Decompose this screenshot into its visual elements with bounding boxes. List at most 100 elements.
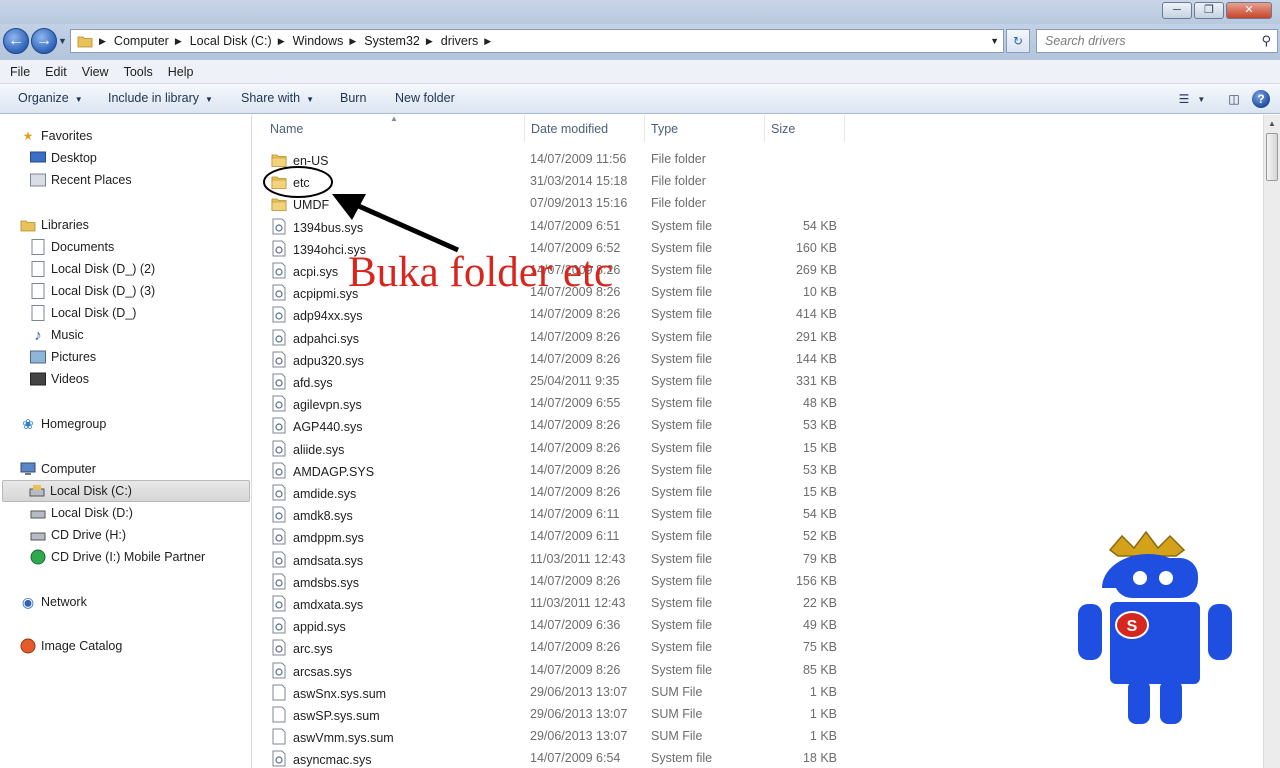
help-button[interactable]: ? (1252, 90, 1270, 108)
file-row[interactable]: AMDAGP.SYS 14/07/2009 8:26 System file 53 K… (267, 459, 867, 481)
file-name-cell[interactable]: asyncmac.sys (271, 750, 372, 768)
nav-network[interactable]: ◉ Network (20, 591, 87, 613)
file-name-cell[interactable]: 1394bus.sys (271, 218, 363, 238)
file-name-cell[interactable]: AGP440.sys (271, 417, 362, 437)
file-row[interactable]: amdxata.sys 11/03/2011 12:43 System file 22… (267, 592, 867, 614)
scroll-up-icon[interactable]: ▲ (1264, 115, 1280, 131)
nav-videos[interactable]: Videos (30, 368, 89, 390)
nav-local-disk-d-drive[interactable]: Local Disk (D:) (30, 502, 133, 524)
file-row[interactable]: aswVmm.sys.sum 29/06/2013 13:07 SUM File 1 … (267, 725, 867, 747)
chevron-right-icon[interactable]: ▶ (349, 36, 356, 47)
column-header-date-modified[interactable]: Date modified (525, 115, 645, 142)
nav-computer[interactable]: Computer (20, 458, 96, 480)
file-name-cell[interactable]: AMDAGP.SYS (271, 462, 374, 482)
refresh-button[interactable]: ↻ (1006, 29, 1030, 53)
menu-help[interactable]: Help (168, 65, 194, 79)
nav-homegroup[interactable]: ❀ Homegroup (20, 413, 106, 435)
nav-pictures[interactable]: Pictures (30, 346, 96, 368)
nav-local-disk-d2[interactable]: Local Disk (D_) (2) (30, 258, 155, 280)
chevron-right-icon[interactable]: ▶ (175, 36, 182, 47)
breadcrumb-item[interactable]: Windows (293, 34, 344, 48)
recent-pages-dropdown[interactable]: ▼ (58, 36, 67, 46)
nav-local-disk-d3[interactable]: Local Disk (D_) (3) (30, 280, 155, 302)
nav-local-disk-d[interactable]: Local Disk (D_) (30, 302, 136, 324)
nav-cd-drive-i[interactable]: CD Drive (I:) Mobile Partner (30, 546, 205, 568)
file-row[interactable]: afd.sys 25/04/2011 9:35 System file 331 KB (267, 370, 867, 392)
file-name-cell[interactable]: afd.sys (271, 373, 333, 393)
include-in-library-button[interactable]: Include in library ▼ (108, 91, 213, 105)
address-dropdown-icon[interactable]: ▼ (990, 36, 999, 46)
file-row[interactable]: adp94xx.sys 14/07/2009 8:26 System file 414… (267, 303, 867, 325)
breadcrumb-item[interactable]: drivers (441, 34, 479, 48)
minimize-button[interactable]: ─ (1162, 2, 1192, 19)
nav-documents[interactable]: Documents (30, 236, 114, 258)
menu-view[interactable]: View (82, 65, 109, 79)
file-row[interactable]: aswSP.sys.sum 29/06/2013 13:07 SUM File 1 K… (267, 703, 867, 725)
preview-pane-button[interactable]: ◫ (1224, 89, 1244, 109)
nav-libraries[interactable]: Libraries (20, 214, 89, 236)
menu-file[interactable]: File (10, 65, 30, 79)
burn-button[interactable]: Burn (340, 91, 366, 105)
file-name-cell[interactable]: adpahci.sys (271, 329, 359, 349)
file-name-cell[interactable]: aswSnx.sys.sum (271, 684, 386, 704)
file-name-cell[interactable]: amdide.sys (271, 484, 356, 504)
file-name-cell[interactable]: arc.sys (271, 639, 333, 659)
file-name-cell[interactable]: aliide.sys (271, 440, 344, 460)
file-row[interactable]: asyncmac.sys 14/07/2009 6:54 System file 18… (267, 747, 867, 768)
file-row[interactable]: AGP440.sys 14/07/2009 8:26 System file 53 K… (267, 414, 867, 436)
file-name-cell[interactable]: adpu320.sys (271, 351, 364, 371)
file-row[interactable]: aswSnx.sys.sum 29/06/2013 13:07 SUM File 1 … (267, 681, 867, 703)
file-row[interactable]: amdsbs.sys 14/07/2009 8:26 System file 156 … (267, 570, 867, 592)
chevron-right-icon[interactable]: ▶ (278, 36, 285, 47)
search-input[interactable]: Search drivers ⚲ (1036, 29, 1278, 53)
file-name-cell[interactable]: en-US (271, 151, 328, 171)
nav-favorites[interactable]: ★ Favorites (20, 125, 93, 147)
breadcrumb-item[interactable]: Computer (114, 34, 169, 48)
menu-tools[interactable]: Tools (124, 65, 153, 79)
file-row[interactable]: aliide.sys 14/07/2009 8:26 System file 15 K… (267, 437, 867, 459)
file-row[interactable]: arcsas.sys 14/07/2009 8:26 System file 85 K… (267, 659, 867, 681)
file-row[interactable]: 1394bus.sys 14/07/2009 6:51 System file 54 … (267, 215, 867, 237)
vertical-scrollbar[interactable]: ▲ (1263, 115, 1280, 768)
nav-local-disk-c[interactable]: Local Disk (C:) (2, 480, 250, 502)
file-row[interactable]: en-US 14/07/2009 11:56 File folder (267, 148, 867, 170)
file-row[interactable]: UMDF 07/09/2013 15:16 File folder (267, 192, 867, 214)
file-row[interactable]: agilevpn.sys 14/07/2009 6:55 System file 48… (267, 392, 867, 414)
breadcrumb-item[interactable]: System32 (364, 34, 420, 48)
organize-button[interactable]: Organize ▼ (18, 91, 83, 105)
forward-button[interactable]: → (31, 28, 57, 54)
back-button[interactable]: ← (3, 28, 29, 54)
column-header-name[interactable]: Name ▲ (253, 115, 525, 142)
file-row[interactable]: amdide.sys 14/07/2009 8:26 System file 15 K… (267, 481, 867, 503)
file-name-cell[interactable]: aswSP.sys.sum (271, 706, 380, 726)
file-name-cell[interactable]: amdppm.sys (271, 528, 364, 548)
file-name-cell[interactable]: aswVmm.sys.sum (271, 728, 394, 748)
change-view-button[interactable]: ☰ ▼ (1179, 89, 1206, 109)
scroll-thumb[interactable] (1266, 133, 1278, 181)
file-name-cell[interactable]: agilevpn.sys (271, 395, 362, 415)
address-bar[interactable]: ▶ Computer ▶ Local Disk (C:) ▶ Windows ▶… (70, 29, 1004, 53)
close-button[interactable]: ✕ (1226, 2, 1272, 19)
file-row[interactable]: adpahci.sys 14/07/2009 8:26 System file 291… (267, 326, 867, 348)
new-folder-button[interactable]: New folder (395, 91, 455, 105)
file-row[interactable]: etc 31/03/2014 15:18 File folder (267, 170, 867, 192)
chevron-right-icon[interactable]: ▶ (426, 36, 433, 47)
nav-music[interactable]: ♪ Music (30, 324, 83, 346)
file-name-cell[interactable]: amdxata.sys (271, 595, 363, 615)
maximize-button[interactable]: ❐ (1194, 2, 1224, 19)
file-row[interactable]: appid.sys 14/07/2009 6:36 System file 49 KB (267, 614, 867, 636)
breadcrumb-item[interactable]: Local Disk (C:) (190, 34, 272, 48)
file-name-cell[interactable]: etc (271, 173, 310, 193)
nav-image-catalog[interactable]: Image Catalog (20, 635, 122, 657)
file-row[interactable]: amdppm.sys 14/07/2009 6:11 System file 52 K… (267, 525, 867, 547)
nav-recent-places[interactable]: Recent Places (30, 169, 132, 191)
file-name-cell[interactable]: adp94xx.sys (271, 306, 362, 326)
column-header-size[interactable]: Size (765, 115, 845, 142)
share-with-button[interactable]: Share with ▼ (241, 91, 314, 105)
file-row[interactable]: adpu320.sys 14/07/2009 8:26 System file 144… (267, 348, 867, 370)
file-name-cell[interactable]: amdsata.sys (271, 551, 363, 571)
file-name-cell[interactable]: acpipmi.sys (271, 284, 358, 304)
menu-edit[interactable]: Edit (45, 65, 67, 79)
search-icon[interactable]: ⚲ (1261, 33, 1271, 49)
file-name-cell[interactable]: acpi.sys (271, 262, 338, 282)
